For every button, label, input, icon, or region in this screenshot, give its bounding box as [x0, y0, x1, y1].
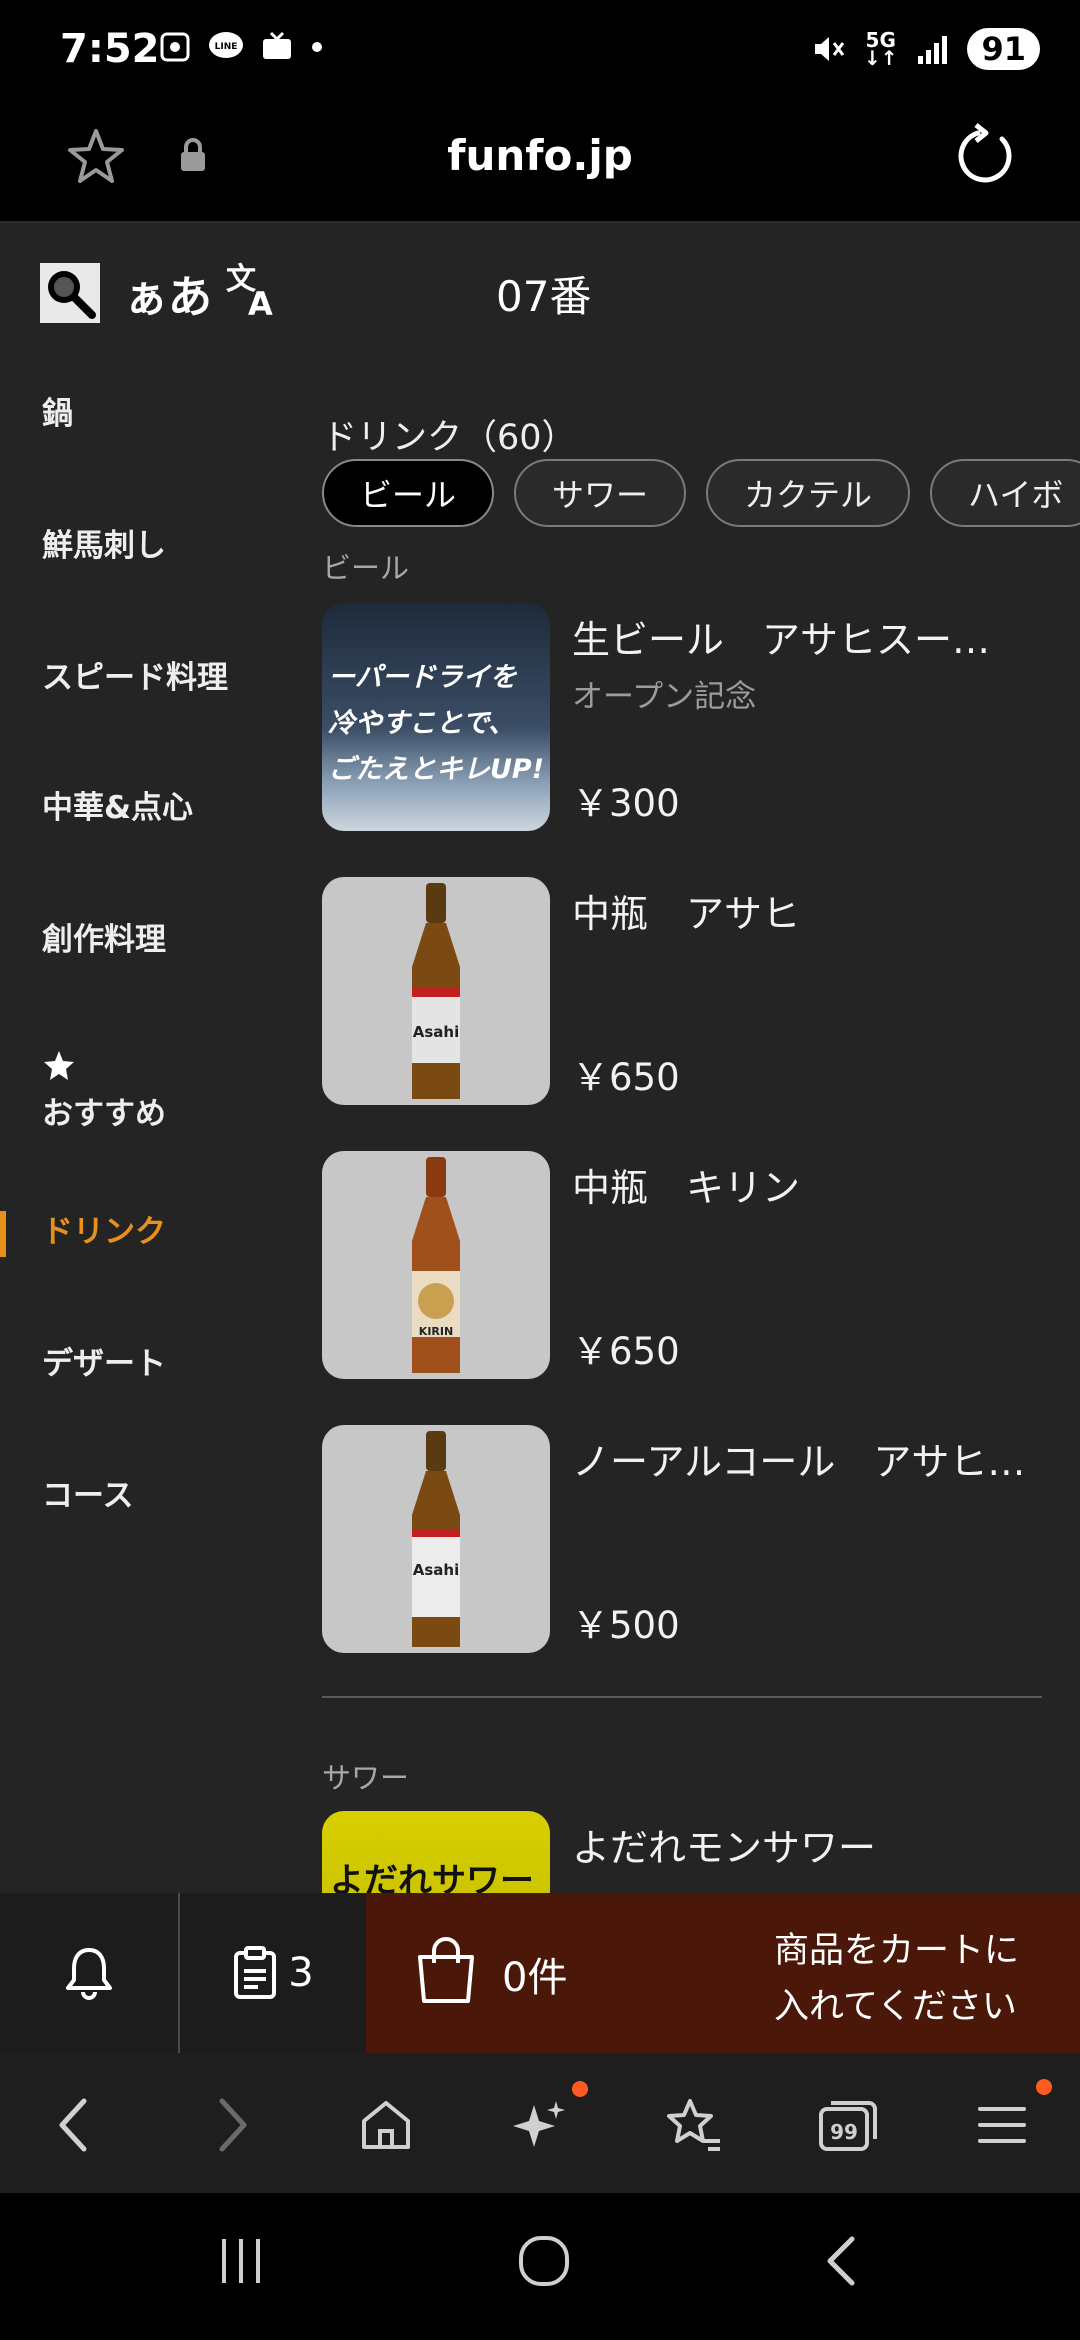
- notification-dot: [572, 2081, 588, 2097]
- clipboard-icon: [234, 1946, 277, 1999]
- sidebar-item-basashi[interactable]: 鮮馬刺し: [0, 497, 300, 587]
- call-staff-button[interactable]: [0, 1893, 180, 2053]
- sidebar-item-recommend[interactable]: おすすめ: [0, 1027, 300, 1147]
- svg-text:LINE: LINE: [215, 42, 238, 52]
- line-app-icon: LINE: [209, 32, 243, 58]
- chevron-left-icon: [59, 2098, 87, 2152]
- section-divider: [322, 1696, 1042, 1698]
- product-item[interactable]: Asahi ノーアルコール アサヒ… ￥500: [322, 1425, 1062, 1655]
- product-item[interactable]: KIRIN 中瓶 キリン ￥650: [322, 1151, 1062, 1381]
- browser-url-bar: funfo.jp: [0, 105, 1080, 223]
- reload-icon[interactable]: [954, 123, 1018, 191]
- signal-icon: [918, 36, 948, 64]
- system-nav-bar: [0, 2193, 1080, 2340]
- cart-message: 商品をカートに 入れてください: [774, 1931, 1020, 2027]
- back-nav-button[interactable]: [822, 2233, 862, 2293]
- status-time: 7:52: [60, 26, 160, 72]
- category-label-beer: ビール: [322, 551, 410, 585]
- browser-toolbar: 99: [0, 2053, 1080, 2193]
- chevron-right-icon: [219, 2098, 247, 2152]
- beer-bottle-icon: KIRIN: [412, 1157, 460, 1373]
- product-image: KIRIN: [322, 1151, 550, 1379]
- product-image: ーパードライを 冷やすことで、 ごたえとキレUP!: [322, 603, 550, 831]
- sidebar-item-nabe[interactable]: 鍋: [0, 365, 300, 455]
- home-button[interactable]: [354, 2093, 418, 2157]
- product-image: Asahi: [322, 877, 550, 1105]
- svg-text:99: 99: [830, 2120, 858, 2144]
- translate-icon[interactable]: 文A: [224, 259, 282, 323]
- sidebar-item-dessert[interactable]: デザート: [0, 1315, 300, 1405]
- network-type: 5G ↓↑: [863, 28, 898, 70]
- order-count: 3: [288, 1950, 314, 1996]
- product-item[interactable]: Asahi 中瓶 アサヒ ￥650: [322, 877, 1062, 1107]
- home-icon: [362, 2101, 410, 2149]
- screenshot-icon: [160, 32, 190, 62]
- app-content: ぁあ 文A 07番 鍋 鮮馬刺し スピード料理 中華&点心 創作料理 おすすめ …: [0, 223, 1080, 1893]
- sidebar-item-course[interactable]: コース: [0, 1447, 300, 1537]
- home-nav-button[interactable]: [516, 2233, 572, 2293]
- battery-indicator: 91: [967, 28, 1040, 70]
- cart-count: 0件: [502, 1955, 568, 2001]
- forward-button[interactable]: [200, 2093, 264, 2157]
- svg-text:Asahi: Asahi: [413, 1561, 459, 1579]
- cart-bar: 3 0件 商品をカートに 入れてください: [0, 1893, 1080, 2053]
- sparkle-icon: [513, 2101, 565, 2147]
- product-price: ￥650: [572, 1330, 680, 1373]
- product-price: ￥650: [572, 1056, 680, 1099]
- tabs-icon: 99: [819, 2101, 877, 2151]
- home-circle-icon: [519, 2236, 569, 2286]
- beer-bottle-icon: Asahi: [412, 883, 460, 1099]
- sidebar-item-drink[interactable]: ドリンク: [0, 1183, 300, 1273]
- back-button[interactable]: [42, 2093, 106, 2157]
- beer-bottle-icon: Asahi: [412, 1431, 460, 1647]
- product-price: ￥500: [572, 1604, 680, 1647]
- bookmarks-button[interactable]: [662, 2093, 726, 2157]
- status-notification-icons: LINE: [158, 30, 324, 64]
- product-image: よだれサワー: [322, 1811, 550, 1893]
- status-system-icons: 5G ↓↑ 91: [810, 28, 1040, 70]
- product-subtitle: オープン記念: [572, 679, 757, 715]
- tabs-button[interactable]: 99: [816, 2093, 880, 2157]
- product-name: 生ビール アサヒスー…: [572, 618, 991, 662]
- recents-button[interactable]: [216, 2233, 266, 2293]
- shopping-bag-icon: [412, 1935, 480, 2009]
- product-item[interactable]: よだれサワー よだれモンサワー: [322, 1811, 1062, 1893]
- star-list-icon: [667, 2099, 720, 2151]
- cart-button[interactable]: 0件 商品をカートに 入れてください: [366, 1893, 1080, 2053]
- search-button[interactable]: [40, 263, 100, 323]
- status-bar: 7:52 LINE 5G ↓↑ 91: [0, 0, 1080, 105]
- tv-icon: [263, 31, 291, 59]
- notification-dot: [1036, 2079, 1052, 2095]
- url-text[interactable]: funfo.jp: [0, 131, 1080, 180]
- back-icon: [827, 2236, 855, 2286]
- svg-text:KIRIN: KIRIN: [419, 1325, 453, 1338]
- product-name: ノーアルコール アサヒ…: [572, 1440, 1026, 1484]
- svg-text:A: A: [248, 285, 273, 319]
- hamburger-icon: [978, 2107, 1026, 2143]
- font-size-toggle[interactable]: ぁあ: [124, 261, 212, 325]
- product-name: よだれモンサワー: [572, 1826, 877, 1870]
- mute-icon: [814, 37, 845, 61]
- ai-button[interactable]: [508, 2081, 588, 2157]
- svg-text:Asahi: Asahi: [413, 1023, 459, 1041]
- order-history-button[interactable]: 3: [182, 1893, 364, 2053]
- menu-button[interactable]: [970, 2079, 1052, 2157]
- sidebar-item-creative[interactable]: 創作料理: [0, 891, 300, 981]
- recents-icon: [222, 2239, 260, 2283]
- product-price: ￥300: [572, 782, 680, 825]
- product-item[interactable]: ーパードライを 冷やすことで、 ごたえとキレUP! 生ビール アサヒスー… オー…: [322, 603, 1062, 833]
- dot-icon: [312, 42, 322, 52]
- product-image: Asahi: [322, 1425, 550, 1653]
- sidebar-item-speed[interactable]: スピード料理: [0, 629, 300, 719]
- product-name: 中瓶 アサヒ: [572, 892, 801, 936]
- product-name: 中瓶 キリン: [572, 1166, 801, 1210]
- star-icon: [42, 1049, 76, 1091]
- category-label-sour: サワー: [322, 1761, 410, 1795]
- search-icon: [48, 271, 96, 319]
- bell-icon: [66, 1948, 112, 2000]
- sidebar-item-chinese[interactable]: 中華&点心: [0, 759, 300, 849]
